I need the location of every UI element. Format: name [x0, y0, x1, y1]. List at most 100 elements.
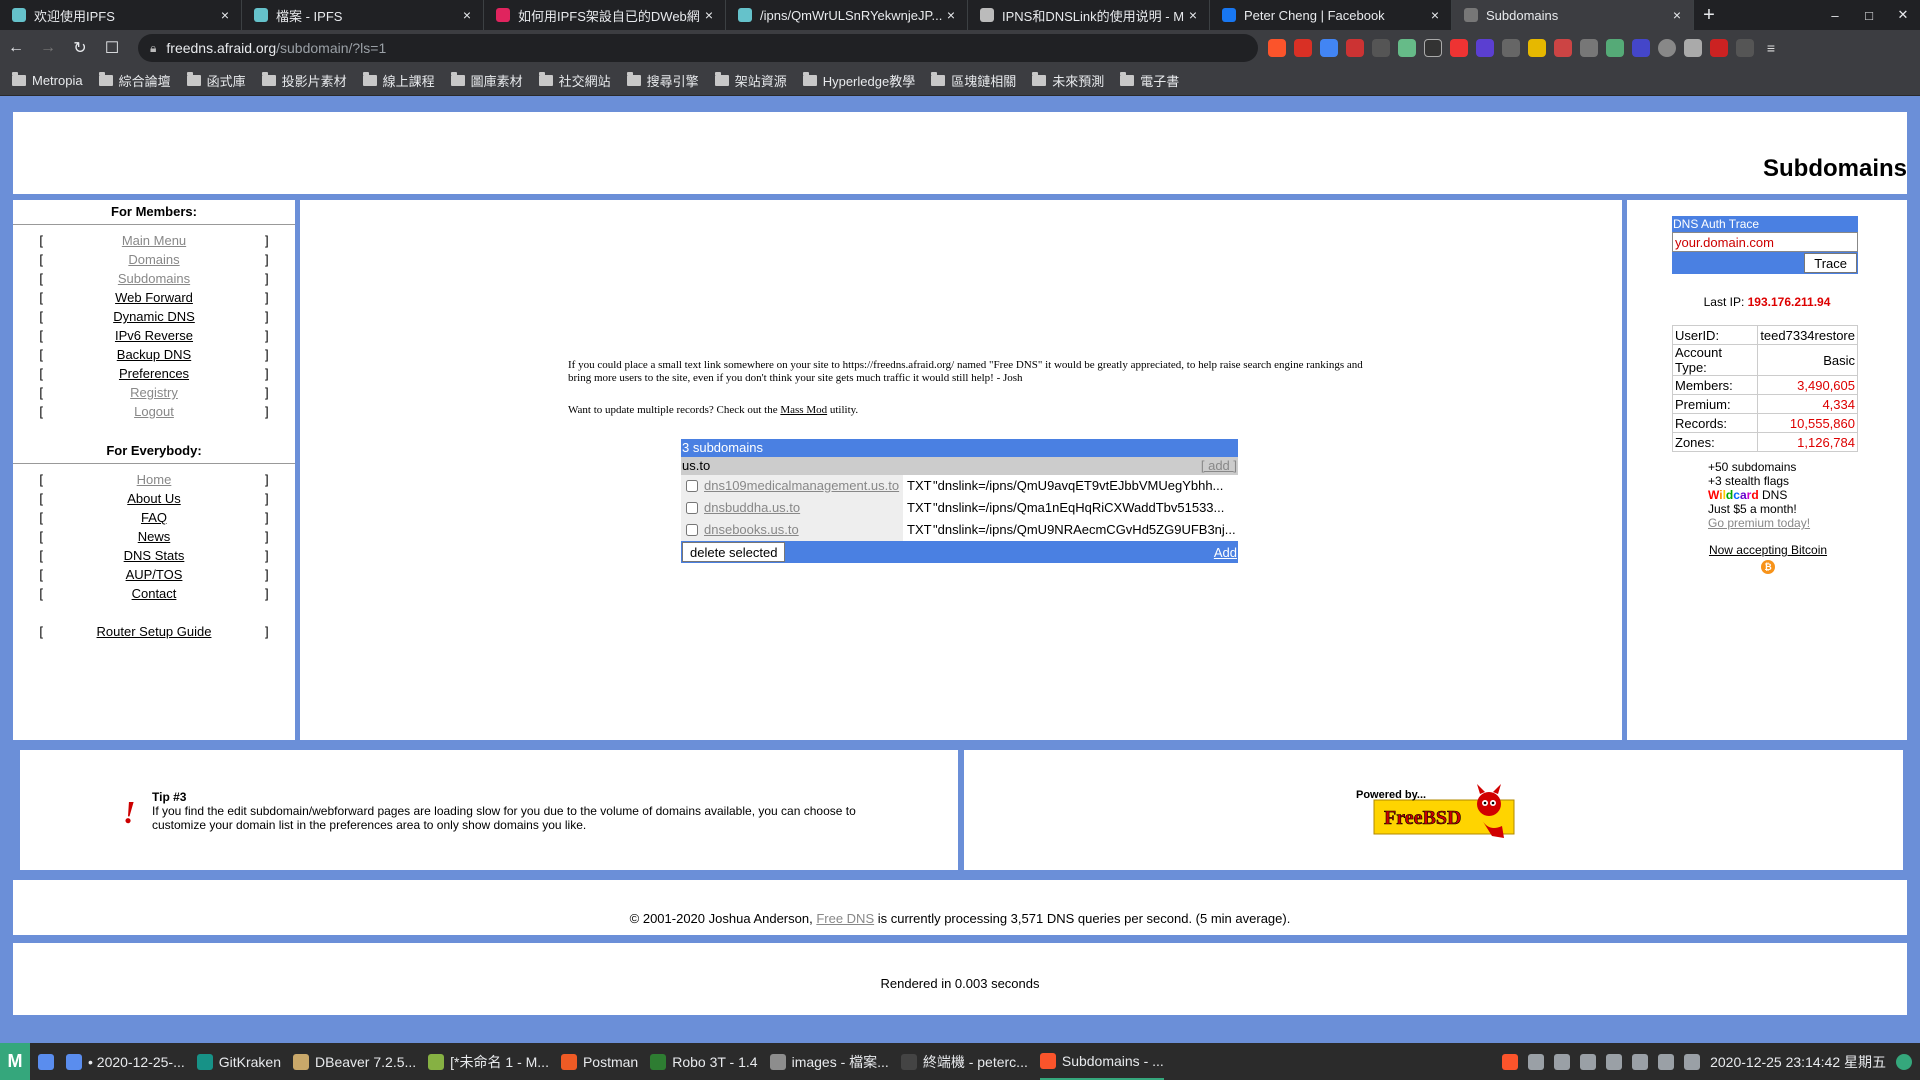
binance-icon[interactable] — [1528, 39, 1546, 57]
bookmark-icon[interactable]: ☐ — [96, 34, 128, 62]
go-premium-link[interactable]: Go premium today! — [1708, 516, 1810, 530]
bitcoin-link[interactable]: Now accepting Bitcoin — [1709, 543, 1827, 557]
logout-link[interactable]: Logout — [47, 404, 261, 419]
browser-tab[interactable]: /ipns/QmWrULSnRYekwnjeJP... × — [726, 0, 968, 30]
preferences-link[interactable]: Preferences — [47, 366, 261, 381]
freebsd-logo[interactable]: Powered by... FreeBSD — [1354, 780, 1524, 840]
workspace-icon[interactable] — [38, 1053, 54, 1070]
taskbar-item[interactable]: Robo 3T - 1.4 — [650, 1053, 758, 1070]
subdomain-checkbox[interactable] — [686, 479, 698, 492]
image-icon[interactable] — [1554, 1053, 1571, 1070]
taskbar-item[interactable]: • 2020-12-25-... — [66, 1053, 185, 1070]
browser-tab[interactable]: Subdomains × — [1452, 0, 1694, 30]
maximize-icon[interactable]: □ — [1852, 8, 1886, 23]
screen-icon[interactable] — [1606, 39, 1624, 57]
bookmark-folder[interactable]: 區塊鏈相關 — [931, 71, 1016, 90]
keyboard-icon[interactable] — [1528, 1053, 1545, 1070]
dns-stats-link[interactable]: DNS Stats — [47, 548, 261, 563]
bookmark-folder[interactable]: 電子書 — [1120, 71, 1179, 90]
free-dns-link[interactable]: Free DNS — [816, 911, 874, 926]
chat-icon[interactable] — [1372, 39, 1390, 57]
bookmark-folder[interactable]: 函式庫 — [186, 71, 246, 90]
volume-icon[interactable] — [1684, 1053, 1701, 1070]
taskbar-item[interactable]: Subdomains - ... — [1039, 1043, 1164, 1080]
back-button[interactable]: ← — [0, 34, 32, 62]
taskbar-item[interactable]: images - 檔案... — [769, 1052, 889, 1072]
faq-link[interactable]: FAQ — [47, 510, 261, 525]
shield-icon[interactable] — [1658, 1053, 1675, 1070]
subdomain-link[interactable]: dnsbuddha.us.to — [704, 500, 800, 515]
reload-button[interactable]: ↻ — [64, 34, 96, 62]
m-extension-icon[interactable] — [1710, 39, 1728, 57]
browser-tab[interactable]: 欢迎使用IPFS × — [0, 0, 242, 30]
forward-button[interactable]: → — [32, 34, 64, 62]
browser-tab[interactable]: 如何用IPFS架設自已的DWeb網 × — [484, 0, 726, 30]
brave-tray-icon[interactable] — [1502, 1053, 1519, 1070]
bookmark-folder[interactable]: 未來預測 — [1032, 71, 1104, 90]
subdomains-link[interactable]: Subdomains — [47, 271, 261, 286]
menu-icon[interactable]: ≡ — [1762, 39, 1780, 57]
clip-icon[interactable] — [1632, 1053, 1649, 1070]
news-link[interactable]: News — [47, 529, 261, 544]
mail-icon[interactable] — [1346, 39, 1364, 57]
add-subdomain-link[interactable]: Add — [1214, 545, 1237, 560]
backup-dns-link[interactable]: Backup DNS — [47, 347, 261, 362]
close-icon[interactable]: × — [943, 7, 959, 23]
bookmark-folder[interactable]: 圖庫素材 — [450, 71, 523, 90]
taskbar-item[interactable]: [*未命名 1 - M... — [428, 1052, 549, 1072]
close-icon[interactable]: × — [1669, 7, 1685, 23]
main-menu-link[interactable]: Main Menu — [47, 233, 261, 248]
subdomain-link[interactable]: dns109medicalmanagement.us.to — [704, 478, 899, 493]
new-tab-icon[interactable]: + — [1694, 0, 1724, 30]
contact-link[interactable]: Contact — [47, 586, 261, 601]
taskbar-item[interactable]: DBeaver 7.2.5... — [293, 1053, 416, 1070]
brave-rewards-icon[interactable] — [1294, 39, 1312, 57]
bookmark-folder[interactable]: Metropia — [12, 72, 83, 88]
address-bar[interactable]: 🔒︎ freedns.afraid.org/subdomain/?ls=1 — [138, 34, 1258, 62]
close-icon[interactable]: × — [1185, 7, 1201, 23]
close-icon[interactable]: × — [459, 7, 475, 23]
browser-tab[interactable]: IPNS和DNSLink的使用说明 - M × — [968, 0, 1210, 30]
bookmark-folder[interactable]: 架站資源 — [714, 71, 787, 90]
extensions-icon[interactable] — [1736, 39, 1754, 57]
taskbar-item[interactable]: GitKraken — [196, 1053, 281, 1070]
domains-link[interactable]: Domains — [47, 252, 261, 267]
cloud-icon[interactable] — [1684, 39, 1702, 57]
record-icon[interactable] — [1554, 39, 1572, 57]
start-menu-icon[interactable]: M — [0, 1043, 30, 1080]
dynamic-dns-link[interactable]: Dynamic DNS — [47, 309, 261, 324]
home-link[interactable]: Home — [47, 472, 261, 487]
puzzle-extension-icon[interactable] — [1476, 39, 1494, 57]
a-extension-icon[interactable] — [1632, 39, 1650, 57]
bookmark-folder[interactable]: 線上課程 — [362, 71, 435, 90]
zone-add-link[interactable]: [ add ] — [1201, 457, 1237, 475]
close-icon[interactable]: × — [1427, 7, 1443, 23]
subdomain-link[interactable]: dnsebooks.us.to — [704, 522, 799, 537]
bookmark-folder[interactable]: 綜合論壇 — [98, 71, 171, 90]
bookmark-folder[interactable]: Hyperledge教學 — [802, 71, 915, 90]
browser-tab[interactable]: Peter Cheng | Facebook × — [1210, 0, 1452, 30]
bookmark-folder[interactable]: 搜尋引擎 — [626, 71, 699, 90]
subdomain-checkbox[interactable] — [686, 523, 698, 536]
download-icon[interactable] — [1502, 39, 1520, 57]
trace-domain-input[interactable] — [1672, 232, 1858, 252]
taskbar-item[interactable]: Postman — [560, 1053, 638, 1070]
browser-tab[interactable]: 檔案 - IPFS × — [242, 0, 484, 30]
power-icon[interactable] — [1896, 1053, 1912, 1070]
web-forward-link[interactable]: Web Forward — [47, 290, 261, 305]
s-extension-icon[interactable] — [1450, 39, 1468, 57]
translate-icon[interactable] — [1320, 39, 1338, 57]
bluetooth-icon[interactable] — [1580, 1053, 1597, 1070]
arrow-icon[interactable] — [1580, 39, 1598, 57]
subdomain-checkbox[interactable] — [686, 501, 698, 514]
registry-link[interactable]: Registry — [47, 385, 261, 400]
router-setup-guide-link[interactable]: Router Setup Guide — [47, 624, 261, 639]
circle-extension-icon[interactable] — [1658, 39, 1676, 57]
bookmark-folder[interactable]: 社交網站 — [538, 71, 611, 90]
close-icon[interactable]: × — [701, 7, 717, 23]
taskbar-item[interactable]: 終端機 - peterc... — [900, 1052, 1028, 1072]
minimize-icon[interactable]: – — [1818, 8, 1852, 23]
close-icon[interactable]: × — [217, 7, 233, 23]
ipv6-reverse-link[interactable]: IPv6 Reverse — [47, 328, 261, 343]
brave-shield-icon[interactable] — [1268, 39, 1286, 57]
